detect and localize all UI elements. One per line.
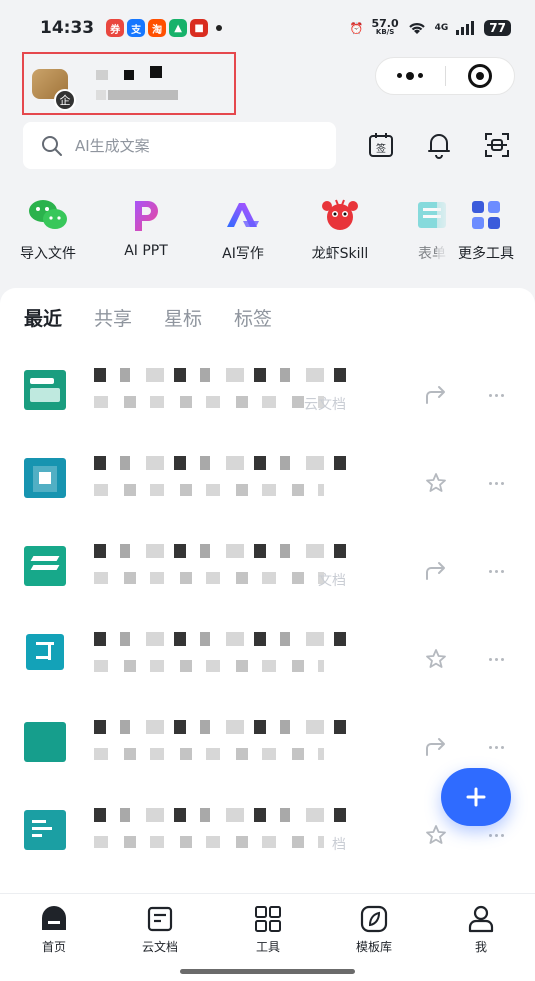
more-options-button[interactable] xyxy=(483,646,509,672)
shortcut-bar: 导入文件 AI PPT AI写作 龙虾Skill 表单 更多工具 xyxy=(0,195,535,275)
nav-profile[interactable]: 我 xyxy=(441,904,521,955)
notification-app-icon: ▲ xyxy=(169,19,188,37)
more-notifications-dot xyxy=(216,25,223,31)
document-title-redacted xyxy=(94,720,364,768)
star-button[interactable] xyxy=(423,470,449,496)
search-bar[interactable] xyxy=(23,122,336,169)
mini-program-capsule xyxy=(375,57,515,95)
document-row[interactable] xyxy=(0,622,535,710)
nav-cloud-docs[interactable]: 云文档 xyxy=(120,904,200,955)
scan-button[interactable] xyxy=(482,130,512,160)
scan-icon xyxy=(485,133,509,157)
bell-icon xyxy=(428,134,450,159)
target-icon xyxy=(467,64,492,88)
document-title-redacted xyxy=(94,456,364,504)
profile-icon xyxy=(468,905,494,933)
alipay-icon: 支 xyxy=(127,19,146,37)
lobster-icon xyxy=(322,199,358,230)
home-icon xyxy=(42,906,66,930)
tools-icon xyxy=(255,906,281,932)
more-options-button[interactable] xyxy=(483,734,509,760)
wifi-icon xyxy=(408,23,425,34)
share-button[interactable] xyxy=(423,382,449,408)
nav-tools[interactable]: 工具 xyxy=(228,904,308,955)
more-options-button[interactable] xyxy=(483,558,509,584)
share-button[interactable] xyxy=(423,734,449,760)
document-icon xyxy=(24,458,66,498)
search-icon xyxy=(42,135,62,156)
more-options-button[interactable] xyxy=(483,470,509,496)
sign-in-button[interactable]: 签 xyxy=(366,130,396,160)
battery-indicator: 77 xyxy=(484,20,511,36)
more-options-button[interactable] xyxy=(483,382,509,408)
document-icon xyxy=(24,370,66,410)
star-icon xyxy=(426,649,446,668)
search-input[interactable] xyxy=(75,136,315,155)
network-type: 4G xyxy=(434,23,449,33)
document-title-redacted xyxy=(94,632,364,680)
svg-text:签: 签 xyxy=(376,142,386,155)
wechat-icon xyxy=(29,200,67,229)
grid-icon xyxy=(472,201,500,229)
share-icon xyxy=(426,386,445,404)
document-tabs: 最近 共享 星标 标签 xyxy=(24,304,272,331)
nav-templates[interactable]: 模板库 xyxy=(334,904,414,955)
calendar-sign-icon: 签 xyxy=(369,133,393,157)
share-icon xyxy=(426,562,445,580)
share-icon xyxy=(426,738,445,756)
avatar[interactable]: 企 xyxy=(32,69,76,111)
document-icon xyxy=(24,722,66,762)
star-icon xyxy=(426,825,446,844)
more-options-button[interactable] xyxy=(483,822,509,848)
notification-icons: 券 支 淘 ▲ ■ xyxy=(106,19,209,37)
share-button[interactable] xyxy=(423,558,449,584)
template-icon xyxy=(360,905,388,933)
tab-starred[interactable]: 星标 xyxy=(164,304,202,331)
shortcut-import-file[interactable]: 导入文件 xyxy=(3,195,93,263)
plus-icon xyxy=(466,787,486,807)
close-mini-program-button[interactable] xyxy=(446,64,515,88)
document-icon xyxy=(24,546,66,586)
create-document-button[interactable] xyxy=(441,768,511,826)
document-title-redacted: 档 xyxy=(94,808,364,856)
tab-recent[interactable]: 最近 xyxy=(24,304,62,331)
account-name-redacted xyxy=(96,66,186,100)
taobao-icon: 淘 xyxy=(148,19,167,37)
account-switcher[interactable]: 企 xyxy=(22,52,236,115)
ai-ppt-icon xyxy=(135,201,158,231)
home-indicator[interactable] xyxy=(180,969,355,974)
notifications-button[interactable] xyxy=(424,130,454,160)
notification-app-icon: 券 xyxy=(106,19,125,37)
document-row[interactable] xyxy=(0,446,535,534)
status-bar: 14:33 券 支 淘 ▲ ■ ⏰ 57.0 KB/S 4G 77 xyxy=(0,0,535,56)
document-icon xyxy=(26,634,64,670)
star-icon xyxy=(426,473,446,492)
star-button[interactable] xyxy=(423,646,449,672)
network-speed: 57.0 KB/S xyxy=(371,17,399,36)
signal-icon xyxy=(456,21,475,35)
tab-shared[interactable]: 共享 xyxy=(94,304,132,331)
document-icon xyxy=(24,810,66,850)
cloud-doc-icon xyxy=(147,906,173,932)
enterprise-badge: 企 xyxy=(54,89,76,111)
document-title-redacted: 文档 xyxy=(94,544,364,592)
notification-app-icon: ■ xyxy=(190,19,209,37)
document-row[interactable]: 云文档 xyxy=(0,358,535,446)
alarm-icon: ⏰ xyxy=(349,21,364,35)
shortcut-more-tools[interactable]: 更多工具 xyxy=(437,195,535,275)
tab-tags[interactable]: 标签 xyxy=(234,304,272,331)
shortcut-ai-writing[interactable]: AI写作 xyxy=(198,195,288,263)
more-options-button[interactable] xyxy=(376,71,445,80)
shortcut-lobster-skill[interactable]: 龙虾Skill xyxy=(295,195,385,263)
header: 企 xyxy=(20,50,515,120)
star-button[interactable] xyxy=(423,822,449,848)
nav-home[interactable]: 首页 xyxy=(14,904,94,955)
status-time: 14:33 xyxy=(40,18,95,38)
document-row[interactable]: 文档 xyxy=(0,534,535,622)
ai-writing-icon xyxy=(227,203,259,227)
document-title-redacted: 云文档 xyxy=(94,368,364,416)
shortcut-ai-ppt[interactable]: AI PPT xyxy=(101,195,191,259)
bottom-navigation: 首页 云文档 工具 模板库 我 xyxy=(0,893,535,981)
